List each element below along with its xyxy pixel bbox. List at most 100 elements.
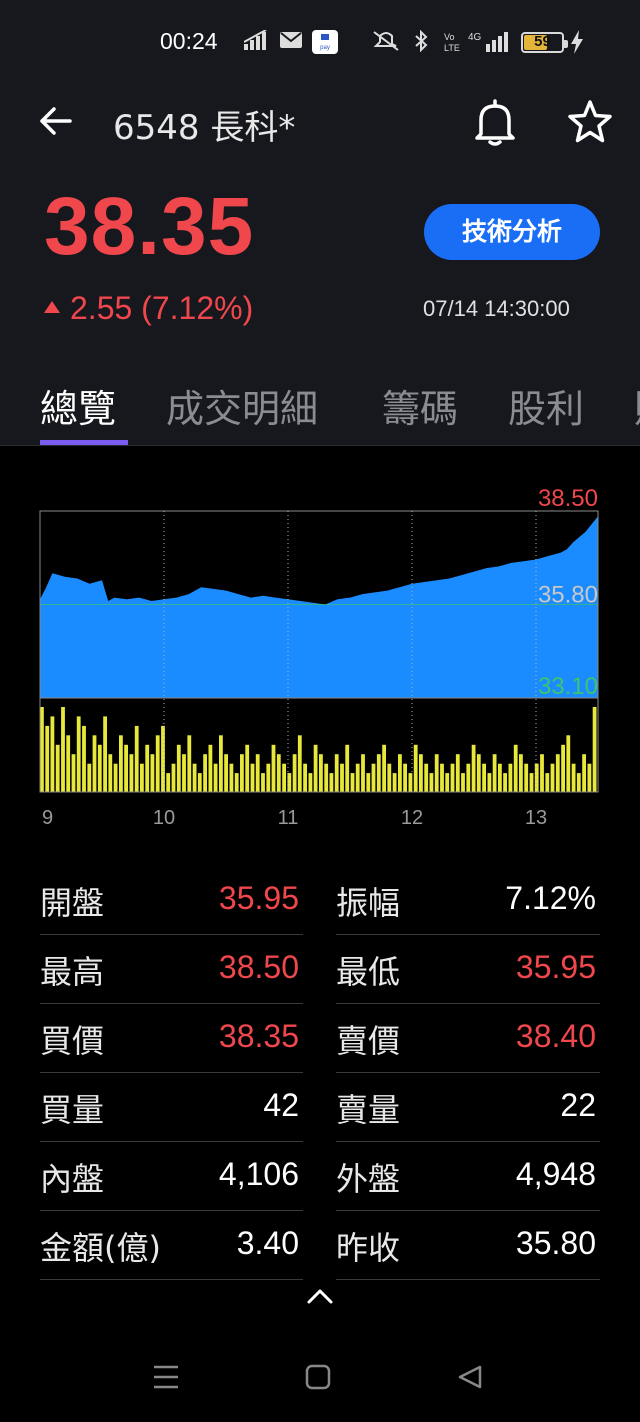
tab-trade-details[interactable]: 成交明細 — [166, 378, 318, 433]
volume-bar — [471, 744, 476, 792]
back-arrow-icon[interactable] — [36, 102, 74, 140]
volume-bar — [319, 754, 323, 792]
chevron-up-icon[interactable] — [304, 1286, 336, 1308]
pxpay-icon: pay — [312, 30, 338, 54]
x-tick-label: 11 — [278, 807, 299, 829]
volume-bar — [255, 754, 260, 792]
volume-bar — [203, 754, 207, 792]
volume-bar — [376, 754, 381, 792]
volume-bar — [187, 735, 192, 792]
stat-value: 35.95 — [218, 880, 299, 916]
volume-bar — [429, 773, 434, 792]
svg-text:4G: 4G — [468, 32, 482, 43]
tab-financials[interactable]: 財 — [634, 378, 640, 433]
stat-value: 38.35 — [218, 1018, 299, 1054]
battery-icon: 59 — [521, 32, 568, 53]
stat-label: 外盤 — [336, 1160, 401, 1198]
current-price: 38.35 — [44, 181, 255, 272]
stat-label: 昨收 — [336, 1229, 401, 1267]
stat-cell: 外盤 4,948 — [336, 1142, 600, 1211]
stat-cell: 最低 35.95 — [336, 935, 600, 1004]
x-tick-label: 9 — [42, 807, 53, 829]
volume-bar — [87, 763, 92, 792]
volume-bar — [208, 744, 213, 792]
volume-bar — [503, 773, 507, 792]
volume-bar — [282, 763, 286, 792]
volume-bar — [155, 735, 160, 792]
stats-row: 最高 38.50 最低 35.95 — [40, 935, 600, 1004]
volume-bar — [324, 763, 329, 792]
stat-cell: 振幅 7.12% — [336, 866, 600, 935]
stats-row: 買量 42 賣量 22 — [40, 1073, 600, 1142]
tab-chips[interactable]: 籌碼 — [382, 378, 458, 433]
stat-cell: 內盤 4,106 — [40, 1142, 303, 1211]
volume-bar — [129, 754, 134, 792]
volume-bar — [345, 744, 350, 792]
volume-bar — [261, 773, 265, 792]
stat-value: 3.40 — [236, 1225, 299, 1261]
app-bar: 6548 長科* — [0, 86, 640, 156]
volume-bar — [482, 763, 486, 792]
volume-bar — [450, 763, 455, 792]
volume-bar — [592, 707, 597, 792]
volume-bar — [213, 763, 218, 792]
volume-bar — [76, 716, 81, 792]
y-axis-label: 38.50 — [538, 485, 598, 512]
volume-bar — [576, 773, 581, 792]
volume-bar — [550, 763, 555, 792]
tab-dividends[interactable]: 股利 — [508, 378, 584, 433]
volume-bar — [40, 707, 44, 792]
volume-bar — [45, 725, 50, 792]
volume-bar — [176, 744, 181, 792]
price-area — [40, 516, 598, 698]
volume-bar — [171, 763, 176, 792]
charging-icon — [571, 30, 583, 54]
stat-label: 開盤 — [40, 884, 105, 922]
tab-bar: 總覽 成交明細 籌碼 股利 財 — [0, 370, 640, 446]
stats-row: 買價 38.35 賣價 38.40 — [40, 1004, 600, 1073]
stat-label: 賣價 — [336, 1022, 401, 1060]
volume-bar — [119, 735, 123, 792]
volume-bar — [271, 744, 276, 792]
price-change: 2.55 (7.12%) — [44, 290, 253, 327]
x-tick-label: 12 — [401, 807, 423, 829]
star-icon[interactable] — [566, 98, 614, 146]
bell-icon[interactable] — [472, 98, 518, 146]
home-icon[interactable] — [305, 1364, 333, 1392]
volume-bar — [398, 754, 402, 792]
stat-value: 4,106 — [218, 1156, 299, 1192]
stat-cell: 昨收 35.80 — [336, 1211, 600, 1280]
volume-bar — [403, 763, 407, 792]
stat-label: 買量 — [40, 1091, 105, 1129]
volume-bar — [145, 744, 150, 792]
intraday-chart[interactable]: 38.50 35.80 33.10 9 10 11 12 13 — [0, 476, 640, 832]
tab-overview[interactable]: 總覽 — [40, 378, 116, 433]
volume-bar — [498, 763, 502, 792]
signal-bars-icon — [244, 30, 267, 50]
svg-text:LTE: LTE — [444, 43, 460, 53]
volume-bar — [492, 754, 497, 792]
stat-value: 22 — [560, 1087, 596, 1123]
svg-text:Vo: Vo — [444, 32, 455, 42]
volume-bar — [545, 773, 550, 792]
volume-bar — [371, 763, 376, 792]
tab-active-indicator — [40, 440, 128, 445]
volume-bar — [292, 754, 297, 792]
stat-label: 最低 — [336, 953, 401, 991]
volume-bar — [82, 725, 86, 792]
technical-analysis-button[interactable]: 技術分析 — [424, 204, 600, 260]
recent-apps-icon[interactable] — [152, 1364, 180, 1390]
volte-icon: VoLTE — [444, 32, 460, 53]
volume-bar — [540, 754, 544, 792]
volume-bar — [350, 773, 355, 792]
volume-bar — [245, 744, 250, 792]
volume-bar — [308, 773, 313, 792]
volume-bar — [250, 763, 255, 792]
volume-bar — [434, 754, 439, 792]
volume-bar — [303, 763, 307, 792]
volume-bar — [166, 773, 171, 792]
page-title: 6548 長科* — [113, 108, 296, 148]
back-nav-icon[interactable] — [456, 1364, 484, 1392]
stats-row: 開盤 35.95 振幅 7.12% — [40, 866, 600, 935]
volume-bar — [461, 773, 465, 792]
